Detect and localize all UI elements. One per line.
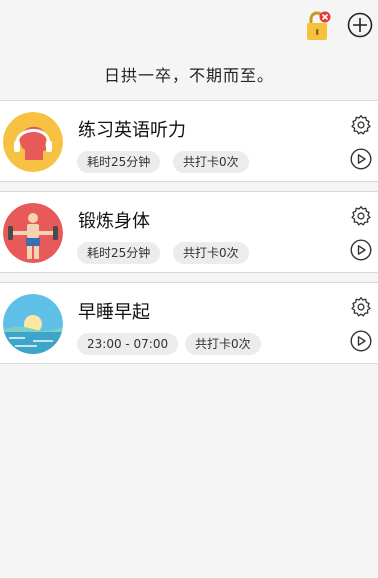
checkin-count-chip: 共打卡0次 — [173, 242, 249, 264]
gear-icon[interactable] — [350, 296, 372, 318]
headphones-icon — [3, 112, 63, 172]
play-circle-icon[interactable] — [350, 330, 372, 352]
gear-icon[interactable] — [350, 205, 372, 227]
time-range-chip: 23:00 - 07:00 — [77, 333, 179, 355]
gear-icon[interactable] — [350, 114, 372, 136]
lock-icon[interactable] — [304, 10, 332, 42]
play-circle-icon[interactable] — [350, 148, 372, 170]
habit-title: 练习英语听力 — [78, 120, 186, 141]
habit-list: 练习英语听力 耗时25分钟 共打卡0次 锻炼身体 耗时25分钟 共打卡0次 早睡… — [0, 100, 378, 373]
checkin-count-chip: 共打卡0次 — [185, 333, 261, 355]
habit-title: 锻炼身体 — [78, 211, 150, 232]
habit-card-sleep[interactable]: 早睡早起 23:00 - 07:00 共打卡0次 — [0, 282, 378, 364]
habit-card-exercise[interactable]: 锻炼身体 耗时25分钟 共打卡0次 — [0, 191, 378, 273]
habit-card-english[interactable]: 练习英语听力 耗时25分钟 共打卡0次 — [0, 100, 378, 182]
motto-text: 日拱一卒，不期而至。 — [103, 66, 274, 85]
exercise-icon — [3, 203, 63, 263]
habit-title: 早睡早起 — [78, 302, 150, 323]
play-circle-icon[interactable] — [350, 239, 372, 261]
top-bar — [0, 0, 378, 50]
duration-chip: 耗时25分钟 — [77, 242, 161, 264]
duration-chip: 耗时25分钟 — [77, 151, 161, 173]
checkin-count-chip: 共打卡0次 — [173, 151, 249, 173]
sunrise-icon — [3, 294, 63, 354]
plus-circle-icon[interactable] — [347, 12, 373, 38]
